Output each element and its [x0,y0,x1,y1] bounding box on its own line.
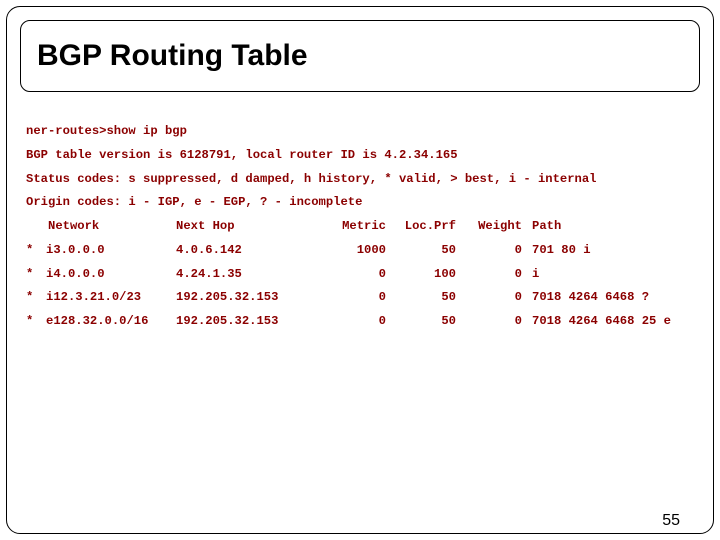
cell-metric: 1000 [326,239,386,263]
version-line: BGP table version is 6128791, local rout… [26,144,700,168]
header-metric: Metric [326,215,386,239]
table-header-row: Network Next Hop Metric Loc.Prf Weight P… [26,215,700,239]
table-row: * i12.3.21.0/23 192.205.32.153 0 50 0 70… [26,286,700,310]
prompt-line: ner-routes>show ip bgp [26,120,700,144]
table-row: * i3.0.0.0 4.0.6.142 1000 50 0 701 80 i [26,239,700,263]
cell-weight: 0 [456,239,522,263]
page-number: 55 [662,512,680,530]
cell-locprf: 50 [386,310,456,334]
status-codes-line: Status codes: s suppressed, d damped, h … [26,168,700,192]
cell-locprf: 50 [386,239,456,263]
cell-nexthop: 4.0.6.142 [176,239,326,263]
cell-path: i [522,263,539,287]
header-locprf: Loc.Prf [386,215,456,239]
cell-nexthop: 192.205.32.153 [176,310,326,334]
origin-codes-line: Origin codes: i - IGP, e - EGP, ? - inco… [26,191,700,215]
cell-locprf: 50 [386,286,456,310]
cell-path: 7018 4264 6468 25 e [522,310,671,334]
table-row: * e128.32.0.0/16 192.205.32.153 0 50 0 7… [26,310,700,334]
cell-network: i3.0.0.0 [46,239,176,263]
cell-network: e128.32.0.0/16 [46,310,176,334]
cell-network: i12.3.21.0/23 [46,286,176,310]
cell-status: * [26,286,46,310]
cell-nexthop: 192.205.32.153 [176,286,326,310]
cell-path: 7018 4264 6468 ? [522,286,649,310]
header-path: Path [522,215,561,239]
cell-weight: 0 [456,310,522,334]
table-row: * i4.0.0.0 4.24.1.35 0 100 0 i [26,263,700,287]
cell-status: * [26,239,46,263]
cell-weight: 0 [456,286,522,310]
cell-status: * [26,310,46,334]
cell-path: 701 80 i [522,239,591,263]
cell-metric: 0 [326,310,386,334]
cell-metric: 0 [326,286,386,310]
header-weight: Weight [456,215,522,239]
terminal-output: ner-routes>show ip bgp BGP table version… [26,120,700,334]
slide-title: BGP Routing Table [37,39,308,73]
cell-weight: 0 [456,263,522,287]
cell-network: i4.0.0.0 [46,263,176,287]
cell-locprf: 100 [386,263,456,287]
cell-nexthop: 4.24.1.35 [176,263,326,287]
title-box: BGP Routing Table [20,20,700,92]
cell-metric: 0 [326,263,386,287]
header-network: Network [26,215,176,239]
header-next-hop: Next Hop [176,215,326,239]
cell-status: * [26,263,46,287]
